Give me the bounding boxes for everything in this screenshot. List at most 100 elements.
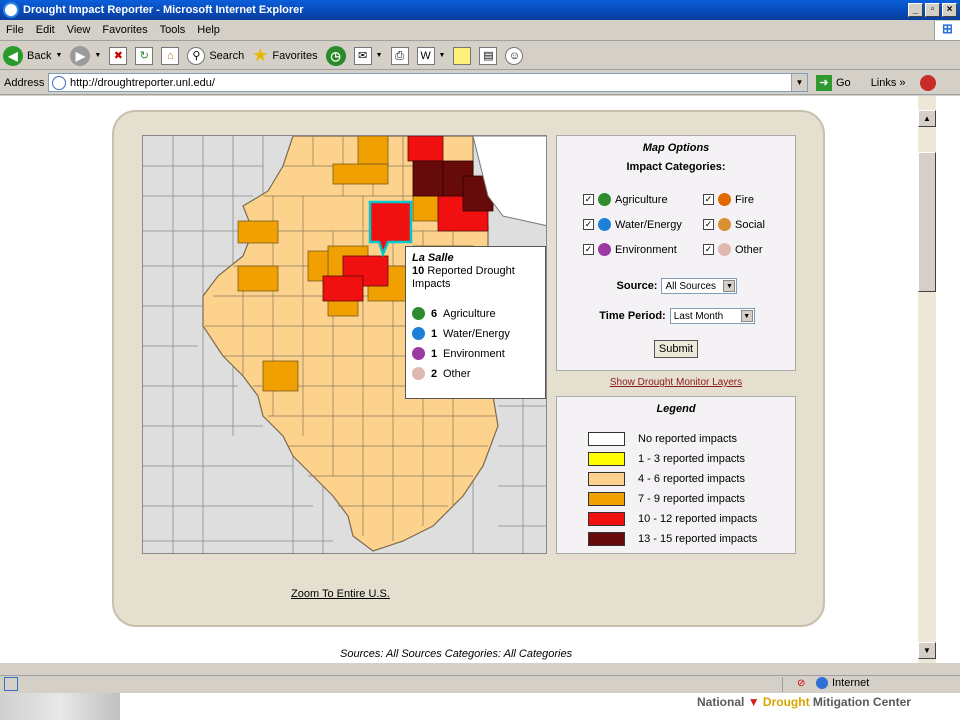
- favorites-button[interactable]: ★ Favorites: [252, 45, 317, 66]
- social-checkbox[interactable]: ✓: [703, 219, 714, 230]
- popup-blocker-icon[interactable]: ⊘: [797, 678, 813, 690]
- category-label: Other: [735, 243, 763, 256]
- popup-item-label: Agriculture: [443, 307, 496, 320]
- sources-text: Sources: All Sources Categories: All Cat…: [340, 648, 573, 660]
- close-button[interactable]: ×: [942, 3, 957, 17]
- legend-swatch: [588, 432, 625, 446]
- time-period-value: Last Month: [673, 310, 724, 322]
- time-period-select[interactable]: Last Month ▼: [669, 308, 755, 324]
- edit-icon[interactable]: W: [416, 46, 435, 65]
- status-bar: ⊘ Internet: [0, 675, 960, 692]
- star-icon: ★: [252, 45, 269, 65]
- links-button[interactable]: Links »: [871, 77, 906, 89]
- menu-edit[interactable]: Edit: [30, 24, 61, 36]
- category-other[interactable]: ✓ Other: [703, 243, 763, 256]
- environment-checkbox[interactable]: ✓: [583, 244, 594, 255]
- address-input[interactable]: http://droughtreporter.unl.edu/ ▼: [48, 73, 808, 92]
- history-icon[interactable]: ◷: [325, 45, 346, 66]
- go-button[interactable]: ➜ Go: [816, 74, 851, 91]
- edit-dropdown-icon[interactable]: ▼: [439, 52, 446, 59]
- environment-icon: [412, 347, 425, 360]
- menu-bar: File Edit View Favorites Tools Help ⊞: [0, 20, 960, 41]
- water-energy-icon: [412, 327, 425, 340]
- scroll-thumb[interactable]: [918, 152, 936, 292]
- mail-icon[interactable]: ✉: [353, 46, 372, 65]
- back-arrow-icon: ◀: [3, 45, 23, 66]
- legend-swatch: [588, 452, 625, 466]
- legend-swatch: [588, 512, 625, 526]
- water-energy-checkbox[interactable]: ✓: [583, 219, 594, 230]
- popup-item-agriculture: 6 Agriculture: [412, 306, 539, 321]
- search-icon: ⚲: [187, 46, 206, 65]
- category-label: Water/Energy: [615, 218, 682, 231]
- legend-label: 7 - 9 reported impacts: [638, 493, 745, 505]
- vertical-scrollbar[interactable]: ▲ ▼: [918, 96, 936, 663]
- toolbar-addon-icon[interactable]: [919, 74, 936, 91]
- title-bar: Drought Impact Reporter - Microsoft Inte…: [0, 0, 960, 20]
- legend-item: 13 - 15 reported impacts: [588, 532, 757, 546]
- category-social[interactable]: ✓ Social: [703, 218, 765, 231]
- scroll-up-icon[interactable]: ▲: [918, 110, 936, 127]
- messenger-icon[interactable]: ☺: [505, 46, 524, 65]
- popup-count: 10 Reported Drought Impacts: [412, 265, 539, 291]
- popup-county-name: La Salle: [412, 252, 454, 264]
- menu-file[interactable]: File: [0, 24, 30, 36]
- popup-item-count: 1: [431, 347, 438, 360]
- menu-help[interactable]: Help: [191, 24, 226, 36]
- submit-button[interactable]: Submit: [654, 340, 698, 358]
- forward-arrow-icon: ▶: [70, 45, 91, 66]
- map-options-title: Map Options: [642, 142, 710, 154]
- windows-logo-icon: ⊞: [934, 20, 960, 40]
- search-button[interactable]: ⚲ Search: [187, 46, 244, 65]
- scroll-down-icon[interactable]: ▼: [918, 642, 936, 659]
- page-icon: [52, 75, 66, 90]
- zoom-to-us-link[interactable]: Zoom To Entire U.S.: [291, 588, 390, 600]
- menu-favorites[interactable]: Favorites: [96, 24, 153, 36]
- back-button[interactable]: ◀ Back ▼: [3, 45, 62, 66]
- forward-dropdown-icon[interactable]: ▼: [94, 52, 101, 59]
- category-fire[interactable]: ✓ Fire: [703, 193, 754, 206]
- address-url[interactable]: http://droughtreporter.unl.edu/: [70, 77, 215, 89]
- category-water-energy[interactable]: ✓ Water/Energy: [583, 218, 682, 231]
- agriculture-checkbox[interactable]: ✓: [583, 194, 594, 205]
- other-icon: [718, 243, 731, 256]
- minimize-button[interactable]: _: [908, 3, 923, 17]
- print-icon[interactable]: ⎙: [390, 46, 409, 65]
- research-icon[interactable]: ▤: [479, 46, 498, 65]
- forward-button[interactable]: ▶ ▼: [70, 45, 101, 66]
- note-icon[interactable]: [453, 46, 472, 65]
- legend-label: 10 - 12 reported impacts: [638, 513, 758, 525]
- address-dropdown-icon[interactable]: ▼: [791, 74, 807, 91]
- other-checkbox[interactable]: ✓: [703, 244, 714, 255]
- globe-icon: [816, 677, 828, 689]
- page-content: La Salle 10 Reported Drought Impacts 6 A…: [0, 96, 918, 663]
- popup-count-text: Reported Drought Impacts: [412, 265, 515, 290]
- ndmc-logo: National ▼ Drought Mitigation Center: [697, 695, 911, 709]
- stop-icon[interactable]: ✖: [109, 46, 128, 65]
- popup-item-label: Water/Energy: [443, 327, 510, 340]
- address-label: Address: [4, 76, 45, 89]
- menu-view[interactable]: View: [61, 24, 97, 36]
- banner-photo: [0, 693, 120, 720]
- category-label: Agriculture: [615, 193, 668, 206]
- category-agriculture[interactable]: ✓ Agriculture: [583, 193, 668, 206]
- ndmc-banner: National ▼ Drought Mitigation Center: [0, 693, 960, 720]
- back-dropdown-icon[interactable]: ▼: [55, 52, 62, 59]
- category-environment[interactable]: ✓ Environment: [583, 243, 677, 256]
- water-energy-icon: [598, 218, 611, 231]
- mail-dropdown-icon[interactable]: ▼: [376, 52, 383, 59]
- show-drought-monitor-layers-link[interactable]: Show Drought Monitor Layers: [556, 377, 796, 388]
- refresh-icon[interactable]: ↻: [135, 46, 154, 65]
- restore-button[interactable]: ▫: [925, 3, 940, 17]
- fire-checkbox[interactable]: ✓: [703, 194, 714, 205]
- legend-title: Legend: [656, 403, 696, 415]
- time-period-label: Time Period:: [599, 310, 666, 322]
- agriculture-icon: [412, 307, 425, 320]
- home-icon[interactable]: ⌂: [161, 46, 180, 65]
- menu-tools[interactable]: Tools: [154, 24, 192, 36]
- popup-item-environment: 1 Environment: [412, 346, 539, 361]
- source-select[interactable]: All Sources ▼: [661, 278, 738, 294]
- legend-label: No reported impacts: [638, 433, 738, 445]
- popup-item-water: 1 Water/Energy: [412, 326, 539, 341]
- fire-icon: [718, 193, 731, 206]
